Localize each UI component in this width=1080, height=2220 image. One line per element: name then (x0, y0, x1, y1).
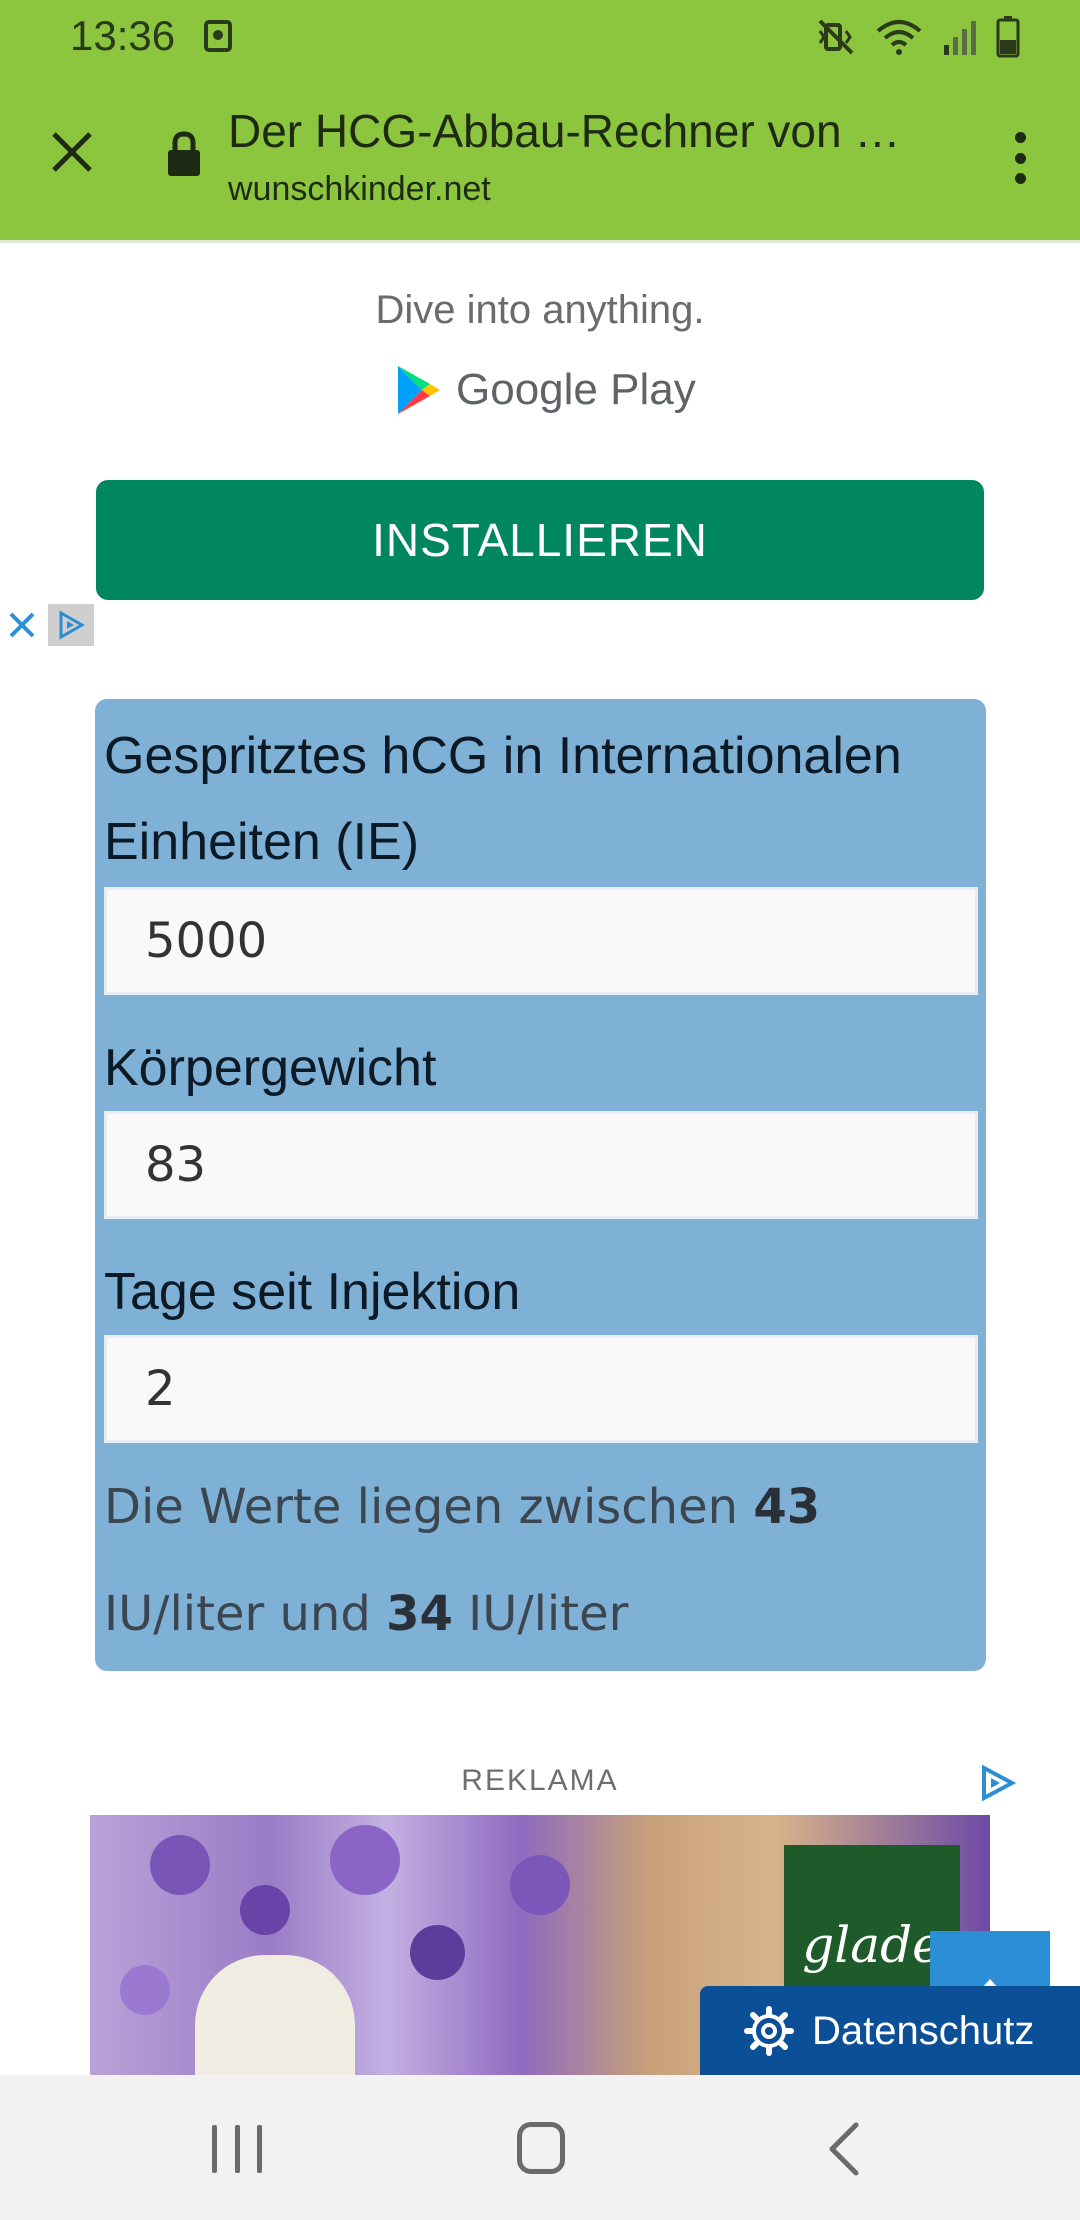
gear-icon (744, 2006, 794, 2056)
ad-tagline: Dive into anything. (375, 288, 705, 332)
ad-image-detail (150, 1835, 210, 1895)
install-button[interactable]: INSTALLIEREN (96, 480, 984, 600)
ad-image-detail (195, 1955, 355, 2075)
google-play-logo: Google Play (396, 364, 696, 416)
google-play-icon (398, 366, 440, 414)
wifi-icon (876, 20, 922, 55)
ad-label: REKLAMA (461, 1764, 619, 1797)
hcg-amount-label: Gespritztes hCG in Internationalen Einhe… (104, 727, 902, 871)
recent-apps-icon (257, 2125, 262, 2173)
page-title[interactable]: Der HCG-Abbau-Rechner von w… (228, 104, 928, 158)
menu-dot-icon (1014, 173, 1026, 184)
ad-choices[interactable] (0, 604, 94, 646)
home-button[interactable] (517, 2122, 565, 2174)
battery-icon (996, 16, 1020, 58)
ad-choices-icon[interactable] (978, 1764, 1016, 1802)
result-prefix: Die Werte liegen zwischen (104, 1479, 739, 1535)
ad-image-detail (510, 1855, 570, 1915)
lock-icon (168, 131, 200, 176)
body-weight-label: Körpergewicht (104, 1039, 437, 1097)
overflow-menu-button[interactable] (1000, 128, 1040, 188)
result-text: Die Werte liegen zwischen 43 IU/liter un… (104, 1454, 974, 1668)
menu-dot-icon (1014, 152, 1026, 164)
signal-icon (944, 21, 976, 55)
mute-vibrate-icon (818, 19, 854, 55)
hcg-calculator-form: Gespritztes hCG in Internationalen Einhe… (95, 699, 986, 1671)
back-button[interactable] (820, 2119, 866, 2179)
result-high-value: 43 (753, 1479, 821, 1535)
ad-image-detail (120, 1965, 170, 2015)
ad-close-icon[interactable] (0, 604, 44, 646)
privacy-settings-button[interactable]: Datenschutz (700, 1986, 1080, 2076)
privacy-label: Datenschutz (812, 2008, 1035, 2053)
ad-image-detail (410, 1925, 465, 1980)
ad-image-detail (330, 1825, 400, 1895)
url-host[interactable]: wunschkinder.net (228, 170, 491, 209)
result-unit: IU/liter (468, 1586, 629, 1642)
recent-apps-icon (212, 2125, 217, 2173)
toolbar-divider (0, 240, 1080, 243)
store-name: Google Play (456, 365, 696, 414)
close-icon (52, 132, 92, 172)
result-connector: und (279, 1586, 371, 1642)
status-icons (816, 12, 1020, 62)
body-weight-input[interactable]: 83 (104, 1111, 978, 1219)
recent-apps-button[interactable] (212, 2125, 262, 2175)
close-tab-button[interactable] (40, 120, 104, 184)
result-unit: IU/liter (104, 1586, 265, 1642)
notification-icon (204, 20, 232, 52)
system-navigation-bar (0, 2075, 1080, 2220)
recent-apps-icon (234, 2125, 240, 2173)
menu-dot-icon (1014, 132, 1026, 143)
hcg-amount-input[interactable]: 5000 (104, 887, 978, 995)
ad-choices-icon[interactable] (48, 604, 94, 646)
result-low-value: 34 (386, 1586, 453, 1642)
days-since-injection-label: Tage seit Injektion (104, 1263, 521, 1321)
status-time: 13:36 (70, 12, 176, 59)
browser-toolbar: 13:36 Der HCG-Abbau-Rechner von w… wunsc… (0, 0, 1080, 240)
ad-image-detail (240, 1885, 290, 1935)
days-since-injection-input[interactable]: 2 (104, 1335, 978, 1443)
screen: 13:36 Der HCG-Abbau-Rechner von w… wunsc… (0, 0, 1080, 2220)
